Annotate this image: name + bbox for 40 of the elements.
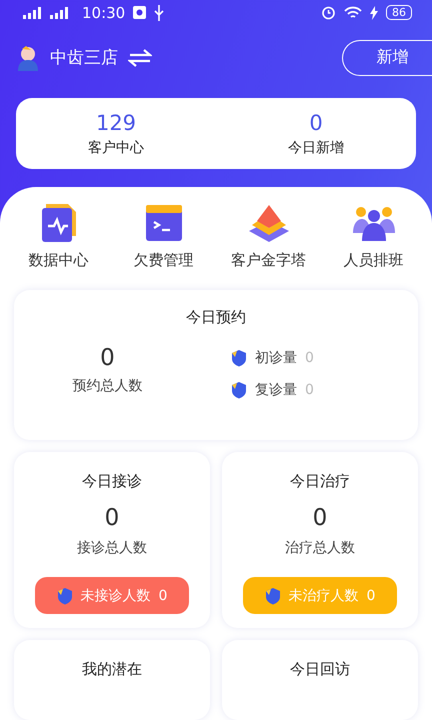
shortcut-label[interactable]: 客户金字塔 <box>231 251 306 270</box>
shortcut-label[interactable]: 人员排班 <box>344 251 404 270</box>
shortcut-label[interactable]: 数据中心 <box>28 251 88 270</box>
stat-label: 复诊量 <box>255 381 297 399</box>
shortcut-label[interactable]: 欠费管理 <box>134 251 194 270</box>
stat-value: 129 <box>96 110 136 135</box>
card-title: 今日预约 <box>186 308 246 327</box>
store-name: 中齿三店 <box>50 47 118 70</box>
stat-label: 接诊总人数 <box>77 539 147 557</box>
add-button[interactable]: 新增 <box>342 40 432 76</box>
shield-icon <box>264 586 281 604</box>
terminal-icon <box>144 203 182 243</box>
shield-icon <box>231 381 247 399</box>
card-title: 今日回访 <box>290 660 350 679</box>
card-title: 今日治疗 <box>290 472 350 491</box>
card-title: 今日接诊 <box>82 472 142 491</box>
stat-label: 预约总人数 <box>72 377 142 395</box>
card-title: 我的潜在 <box>82 660 142 679</box>
stat-label: 客户中心 <box>88 138 144 157</box>
stat-value: 0 <box>309 110 323 135</box>
wifi-icon <box>344 6 362 20</box>
avatar-icon <box>16 44 40 71</box>
alarm-icon <box>321 5 336 20</box>
stat-value: 0 <box>104 505 120 531</box>
usb-icon <box>154 4 164 21</box>
stat-label: 治疗总人数 <box>285 539 355 557</box>
stat-value: 0 <box>312 505 328 531</box>
switch-icon[interactable] <box>128 48 152 67</box>
stat-label: 初诊量 <box>255 349 297 367</box>
chart-document-icon <box>40 203 78 243</box>
shield-icon <box>56 586 73 604</box>
pyramid-icon <box>246 203 290 243</box>
battery-level: 86 <box>386 5 412 20</box>
clock-time: 10:30 <box>82 4 126 22</box>
shield-icon <box>231 349 247 367</box>
stat-value: 0 <box>100 345 115 371</box>
charging-icon <box>370 6 378 20</box>
stat-value: 0 <box>305 350 314 366</box>
stat-label: 今日新增 <box>288 138 344 157</box>
stat-value: 0 <box>305 382 314 398</box>
